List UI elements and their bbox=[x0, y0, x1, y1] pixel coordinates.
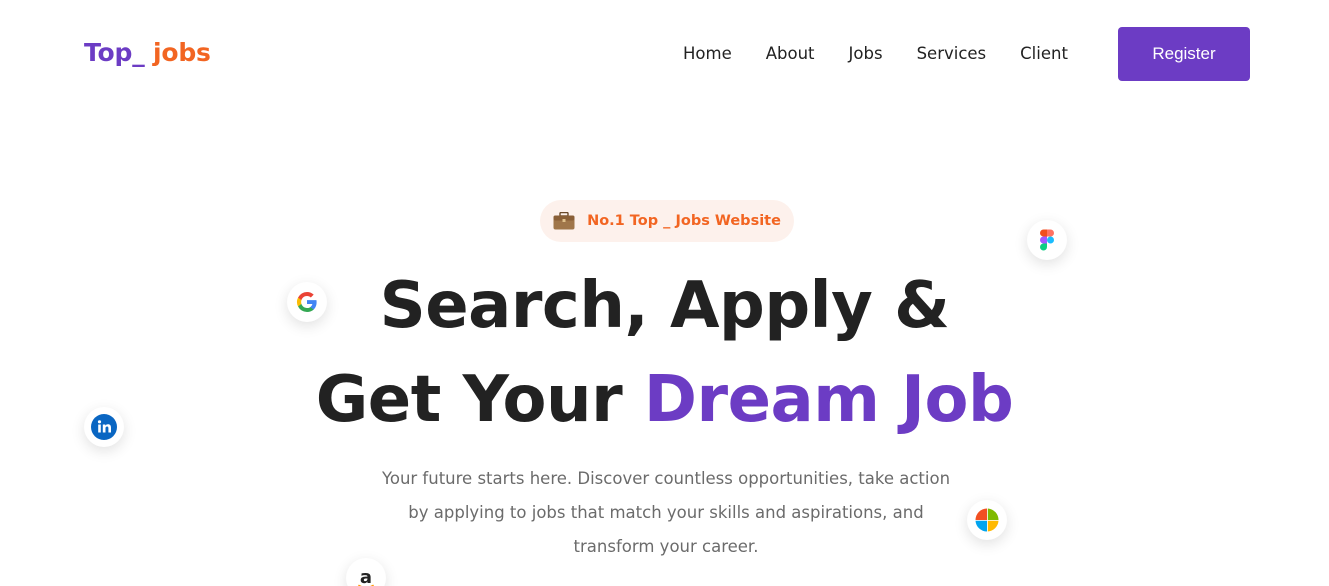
hero-title-accent: Dream Job bbox=[643, 363, 1014, 437]
logo-part-jobs: jobs bbox=[144, 38, 211, 67]
microsoft-icon bbox=[967, 500, 1007, 540]
register-button[interactable]: Register bbox=[1118, 27, 1250, 81]
figma-icon bbox=[1027, 220, 1067, 260]
nav-services-link[interactable]: Services bbox=[917, 44, 987, 64]
subtitle-line: transform your career. bbox=[573, 537, 759, 556]
site-logo[interactable]: Top_ jobs bbox=[84, 38, 211, 67]
hero-badge: No.1 Top _ Jobs Website bbox=[540, 200, 794, 242]
nav-client-link[interactable]: Client bbox=[1020, 44, 1068, 64]
linkedin-icon bbox=[84, 407, 124, 447]
hero-title-line-2: Get Your Dream Job bbox=[0, 362, 1329, 438]
svg-text:a: a bbox=[360, 567, 372, 586]
badge-text: No.1 Top _ Jobs Website bbox=[587, 213, 781, 229]
hero-title-prefix: Get Your bbox=[315, 363, 644, 437]
main-nav: Home About Jobs Services Client bbox=[683, 44, 1068, 64]
nav-home-link[interactable]: Home bbox=[683, 44, 732, 64]
subtitle-line: by applying to jobs that match your skil… bbox=[408, 503, 924, 522]
logo-part-top: Top_ bbox=[84, 38, 145, 67]
nav-about-link[interactable]: About bbox=[766, 44, 815, 64]
hero-title-line-1: Search, Apply & bbox=[379, 269, 950, 343]
google-icon bbox=[287, 282, 327, 322]
nav-jobs-link[interactable]: Jobs bbox=[849, 44, 883, 64]
page: Top_ jobs Home About Jobs Services Clien… bbox=[0, 0, 1329, 586]
hero-subtitle: Your future starts here. Discover countl… bbox=[364, 462, 968, 564]
briefcase-icon bbox=[553, 212, 575, 230]
subtitle-line: Your future starts here. Discover countl… bbox=[381, 469, 951, 488]
